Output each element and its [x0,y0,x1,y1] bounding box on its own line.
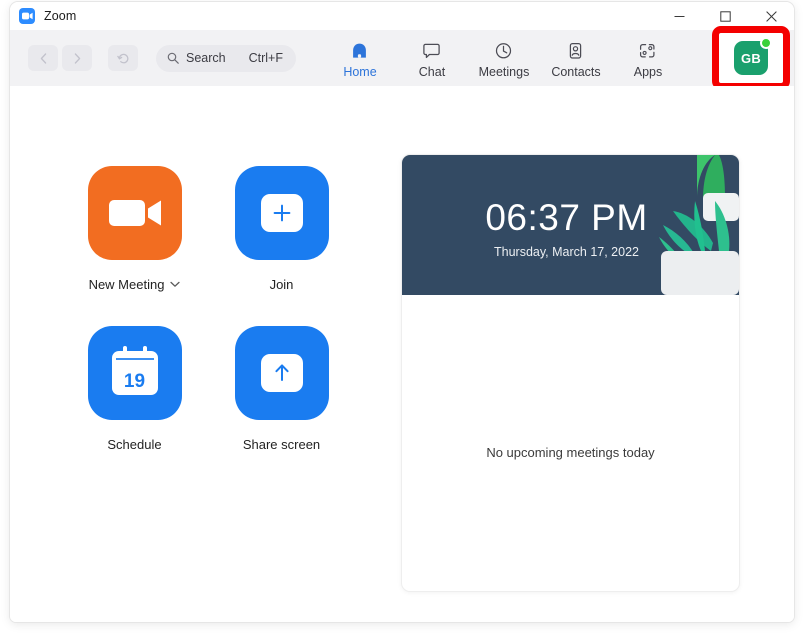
minimize-icon[interactable] [656,2,702,30]
new-meeting-label-row: New Meeting [89,277,181,292]
tab-meetings-label: Meetings [478,64,530,79]
upcoming-meetings-card: 06:37 PM Thursday, March 17, 2022 No upc… [401,154,740,592]
toolbar: Search Ctrl+F Home Chat Meetings Contact… [10,26,794,90]
search-input[interactable]: Search Ctrl+F [156,44,296,72]
search-placeholder: Search [186,51,226,65]
clock-date: Thursday, March 17, 2022 [494,245,639,259]
title-bar-left: Zoom [10,8,76,24]
history-icon[interactable] [108,45,138,71]
presence-status-dot [760,37,772,49]
tab-home-label: Home [343,64,377,79]
search-shortcut: Ctrl+F [248,51,283,65]
share-screen-tile [234,326,329,420]
calendar-header-bar [115,358,154,360]
plus-icon [260,194,303,232]
clock-time: 06:37 PM [485,197,648,238]
search-icon [167,52,179,64]
calendar-ring-left [122,346,127,355]
chevron-right-icon[interactable] [62,45,92,71]
chat-bubble-icon [422,40,441,62]
contact-card-icon [566,40,585,62]
no-meetings-message: No upcoming meetings today [486,445,655,460]
tab-home[interactable]: Home [324,40,396,79]
join-label: Join [269,277,294,292]
share-screen-button[interactable]: Share screen [208,326,355,486]
share-screen-label: Share screen [242,437,321,452]
tab-apps-label: Apps [633,64,663,79]
app-title: Zoom [44,9,77,23]
calendar-glyph: 19 [111,346,158,395]
upload-arrow-icon [260,354,303,392]
tab-contacts[interactable]: Contacts [540,40,612,79]
avatar-initials: GB [740,50,762,66]
action-grid: New Meeting Join 19 Schedule Share scree… [61,166,355,486]
chevron-down-icon[interactable] [170,281,181,288]
avatar[interactable]: GB [734,37,772,75]
profile-highlight-region: GB [712,26,790,90]
video-camera-icon [87,166,182,260]
title-bar: Zoom [10,2,794,30]
zoom-window: Zoom Search Ctrl+F Home Chat Meetings Co… [10,2,794,622]
tab-chat[interactable]: Chat [396,40,468,79]
clock-icon [494,40,513,62]
tab-apps[interactable]: Apps [612,40,684,79]
clock-banner: 06:37 PM Thursday, March 17, 2022 [402,155,739,295]
new-meeting-button[interactable]: New Meeting [61,166,208,326]
red-highlight-box: GB [712,26,790,90]
schedule-label-row: Schedule [107,437,161,452]
tab-meetings[interactable]: Meetings [468,40,540,79]
join-tile [234,166,329,260]
schedule-label: Schedule [107,437,162,452]
calendar-day-number: 19 [123,371,146,392]
chevron-left-icon[interactable] [28,45,58,71]
nav-tabs: Home Chat Meetings Contacts Apps [324,38,684,79]
new-meeting-label: New Meeting [88,277,165,292]
tab-chat-label: Chat [418,64,446,79]
calendar-ring-right [142,346,147,355]
apps-frame-icon [638,40,657,62]
home-icon [350,40,369,62]
join-label-row: Join [270,277,294,292]
share-screen-label-row: Share screen [243,437,320,452]
calendar-icon: 19 [87,326,182,420]
tab-contacts-label: Contacts [551,64,601,79]
join-button[interactable]: Join [208,166,355,326]
home-content: New Meeting Join 19 Schedule Share scree… [10,86,794,622]
zoom-video-icon [19,8,35,24]
schedule-button[interactable]: 19 Schedule [61,326,208,486]
navigation-group: Search Ctrl+F [10,44,296,72]
